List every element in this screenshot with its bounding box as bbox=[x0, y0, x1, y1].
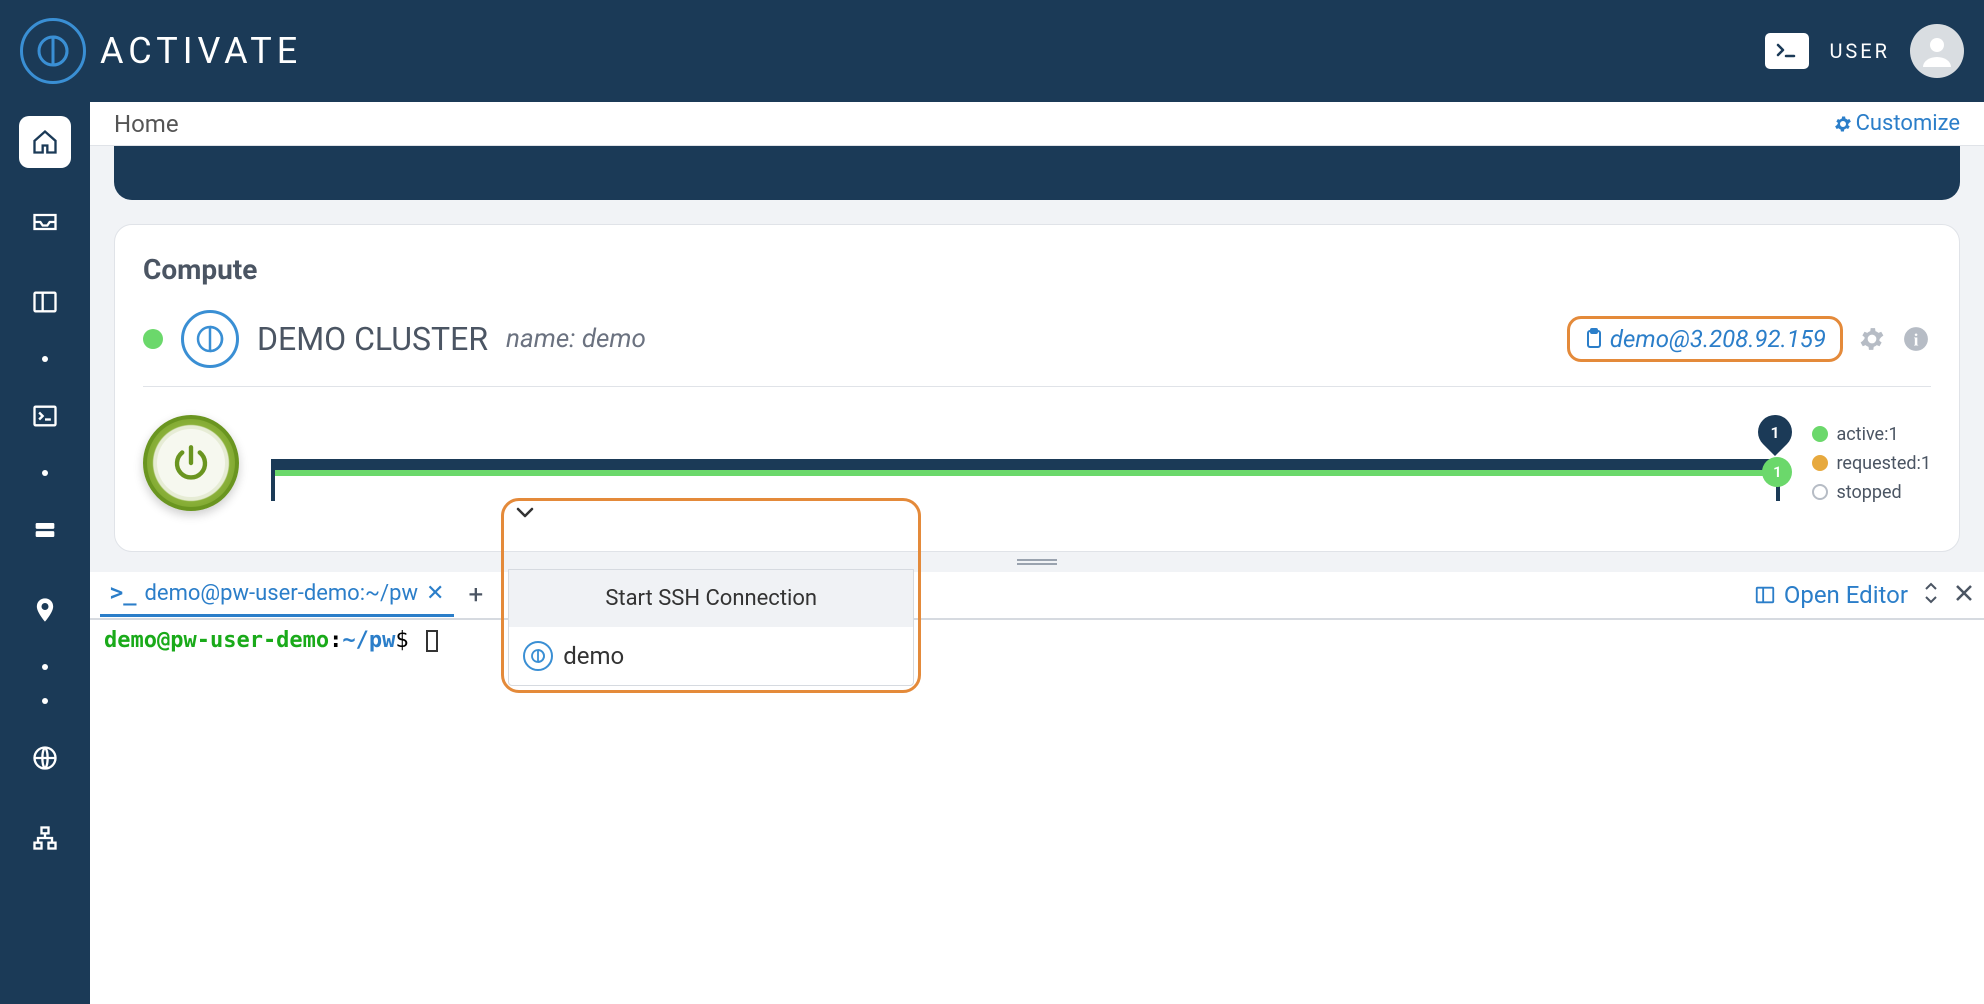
brand-logo: ACTIVATE bbox=[20, 18, 302, 84]
sidebar-globe[interactable] bbox=[19, 732, 71, 784]
panel-resize-handle[interactable] bbox=[90, 552, 1984, 572]
cluster-row: DEMO CLUSTER name: demo demo@3.208.92.15… bbox=[143, 310, 1931, 387]
cluster-logo-icon bbox=[181, 310, 239, 368]
terminal-tab-active[interactable]: >_ demo@pw-user-demo:~/pw ✕ bbox=[100, 573, 454, 617]
legend-dot-stopped-icon bbox=[1812, 484, 1828, 500]
sidebar-location[interactable] bbox=[19, 584, 71, 636]
chevron-down-icon bbox=[516, 507, 534, 519]
user-label: USER bbox=[1829, 39, 1890, 63]
terminal-tabs-row: >_ demo@pw-user-demo:~/pw ✕ + Start SSH … bbox=[90, 572, 1984, 620]
ssh-address-text: demo@3.208.92.159 bbox=[1610, 325, 1826, 353]
open-editor-button[interactable]: Open Editor bbox=[1754, 581, 1908, 609]
prompt-path: ~/pw bbox=[342, 628, 395, 653]
top-header: ACTIVATE USER bbox=[0, 0, 1984, 102]
sidebar-separator-dot bbox=[42, 356, 48, 362]
legend-requested: requested:1 bbox=[1812, 453, 1931, 474]
terminal-body[interactable]: demo@pw-user-demo:~/pw$ bbox=[90, 620, 1984, 1004]
content-area: Compute DEMO CLUSTER name: demo bbox=[90, 146, 1984, 552]
user-avatar[interactable] bbox=[1910, 24, 1964, 78]
cluster-settings-button[interactable] bbox=[1857, 324, 1887, 354]
sidebar-storage[interactable] bbox=[19, 504, 71, 556]
cluster-subname: name: demo bbox=[506, 324, 646, 354]
sidebar-network[interactable] bbox=[19, 812, 71, 864]
terminal-cursor bbox=[426, 630, 438, 652]
cluster-info-button[interactable]: i bbox=[1901, 324, 1931, 354]
timeline: 1 1 bbox=[271, 423, 1780, 503]
ssh-dropdown-title: Start SSH Connection bbox=[509, 570, 913, 627]
breadcrumb-home[interactable]: Home bbox=[114, 110, 179, 138]
sidebar-panel[interactable] bbox=[19, 276, 71, 328]
cluster-control-row: 1 1 active:1 requested:1 stopped bbox=[143, 415, 1931, 511]
timeline-track-green bbox=[271, 470, 1780, 476]
terminal-prompt-icon: >_ bbox=[110, 581, 137, 606]
compute-card: Compute DEMO CLUSTER name: demo bbox=[114, 224, 1960, 552]
customize-link[interactable]: Customize bbox=[1834, 111, 1960, 136]
close-icon bbox=[1954, 583, 1974, 603]
collapsed-card bbox=[114, 146, 1960, 200]
prompt-separator: : bbox=[329, 628, 342, 653]
sidebar-separator-dot bbox=[42, 664, 48, 670]
cluster-status-dot bbox=[143, 329, 163, 349]
panel-icon bbox=[1754, 584, 1776, 606]
timeline-marker-dark[interactable]: 1 bbox=[1751, 408, 1799, 456]
power-icon bbox=[170, 442, 212, 484]
header-terminal-button[interactable] bbox=[1765, 33, 1809, 69]
timeline-legend: active:1 requested:1 stopped bbox=[1812, 424, 1931, 503]
terminal-expand-button[interactable] bbox=[1922, 582, 1940, 609]
brand-name: ACTIVATE bbox=[100, 30, 302, 72]
sidebar-home[interactable] bbox=[19, 116, 71, 168]
expand-icon bbox=[1922, 582, 1940, 604]
sidebar-inbox[interactable] bbox=[19, 196, 71, 248]
cluster-name: DEMO CLUSTER bbox=[257, 320, 488, 358]
legend-dot-active-icon bbox=[1812, 426, 1828, 442]
power-button[interactable] bbox=[143, 415, 239, 511]
prompt-user-host: demo@pw-user-demo bbox=[104, 628, 329, 653]
compute-section-title: Compute bbox=[143, 253, 1931, 286]
gear-icon bbox=[1834, 115, 1852, 133]
breadcrumb-bar: Home Customize bbox=[90, 102, 1984, 146]
terminal-close-button[interactable] bbox=[1954, 583, 1974, 608]
legend-stopped: stopped bbox=[1812, 482, 1931, 503]
sidebar bbox=[0, 102, 90, 1004]
timeline-start-tick bbox=[271, 467, 275, 501]
terminal-tab-close-icon[interactable]: ✕ bbox=[426, 581, 444, 606]
prompt-dollar: $ bbox=[395, 628, 408, 653]
ssh-dropdown-toggle[interactable] bbox=[508, 505, 914, 521]
sidebar-terminal[interactable] bbox=[19, 390, 71, 442]
sidebar-separator-dot bbox=[42, 470, 48, 476]
info-icon: i bbox=[1903, 326, 1929, 352]
brand-logo-icon bbox=[20, 18, 86, 84]
sidebar-separator-dot bbox=[42, 698, 48, 704]
timeline-marker-green[interactable]: 1 bbox=[1762, 457, 1792, 487]
clipboard-icon bbox=[1584, 328, 1604, 350]
terminal-tab-label: demo@pw-user-demo:~/pw bbox=[145, 581, 419, 606]
terminal-panel: >_ demo@pw-user-demo:~/pw ✕ + Start SSH … bbox=[90, 572, 1984, 1004]
ssh-address-highlight[interactable]: demo@3.208.92.159 bbox=[1567, 316, 1843, 362]
terminal-add-tab-button[interactable]: + bbox=[462, 580, 489, 610]
svg-text:i: i bbox=[1914, 331, 1919, 350]
legend-dot-requested-icon bbox=[1812, 455, 1828, 471]
gear-icon bbox=[1859, 326, 1885, 352]
legend-active: active:1 bbox=[1812, 424, 1931, 445]
